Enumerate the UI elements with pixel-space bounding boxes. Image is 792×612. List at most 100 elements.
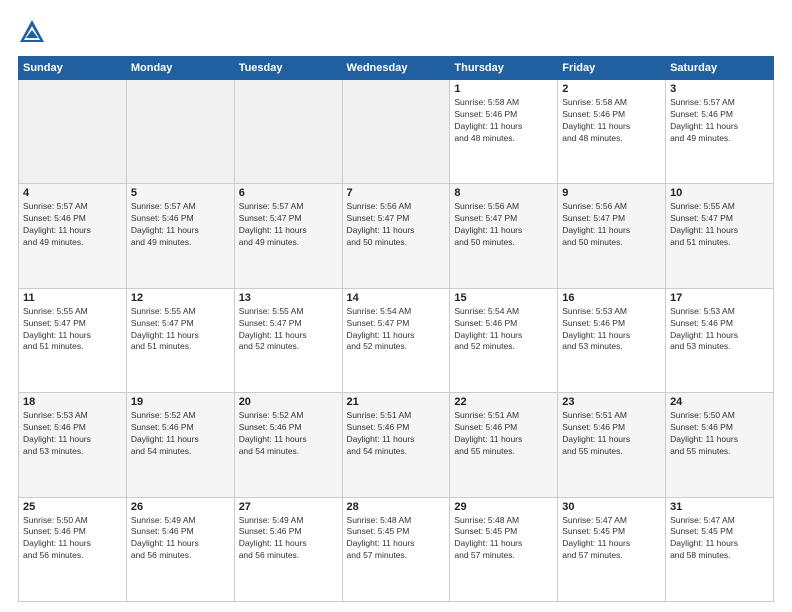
day-number: 10: [670, 187, 769, 199]
calendar-week-4: 18 Sunrise: 5:53 AM Sunset: 5:46 PM Dayli…: [19, 393, 774, 497]
weekday-header-monday: Monday: [126, 57, 234, 80]
weekday-header-thursday: Thursday: [450, 57, 558, 80]
calendar-cell: [234, 80, 342, 184]
day-info: Sunrise: 5:58 AM Sunset: 5:46 PM Dayligh…: [562, 97, 661, 145]
calendar-cell: 26 Sunrise: 5:49 AM Sunset: 5:46 PM Dayli…: [126, 497, 234, 601]
day-info: Sunrise: 5:57 AM Sunset: 5:46 PM Dayligh…: [670, 97, 769, 145]
day-info: Sunrise: 5:57 AM Sunset: 5:47 PM Dayligh…: [239, 201, 338, 249]
day-number: 27: [239, 501, 338, 513]
day-info: Sunrise: 5:52 AM Sunset: 5:46 PM Dayligh…: [239, 410, 338, 458]
day-number: 9: [562, 187, 661, 199]
calendar-cell: 16 Sunrise: 5:53 AM Sunset: 5:46 PM Dayli…: [558, 288, 666, 392]
day-number: 23: [562, 396, 661, 408]
day-info: Sunrise: 5:48 AM Sunset: 5:45 PM Dayligh…: [347, 515, 446, 563]
day-info: Sunrise: 5:47 AM Sunset: 5:45 PM Dayligh…: [562, 515, 661, 563]
day-number: 28: [347, 501, 446, 513]
day-number: 11: [23, 292, 122, 304]
day-info: Sunrise: 5:54 AM Sunset: 5:46 PM Dayligh…: [454, 306, 553, 354]
weekday-header-friday: Friday: [558, 57, 666, 80]
day-number: 18: [23, 396, 122, 408]
calendar-cell: 8 Sunrise: 5:56 AM Sunset: 5:47 PM Daylig…: [450, 184, 558, 288]
calendar-cell: 12 Sunrise: 5:55 AM Sunset: 5:47 PM Dayli…: [126, 288, 234, 392]
logo-icon: [18, 18, 46, 46]
day-info: Sunrise: 5:56 AM Sunset: 5:47 PM Dayligh…: [562, 201, 661, 249]
day-number: 4: [23, 187, 122, 199]
day-info: Sunrise: 5:56 AM Sunset: 5:47 PM Dayligh…: [454, 201, 553, 249]
page: SundayMondayTuesdayWednesdayThursdayFrid…: [0, 0, 792, 612]
day-info: Sunrise: 5:49 AM Sunset: 5:46 PM Dayligh…: [131, 515, 230, 563]
calendar-cell: 11 Sunrise: 5:55 AM Sunset: 5:47 PM Dayli…: [19, 288, 127, 392]
day-number: 19: [131, 396, 230, 408]
day-number: 15: [454, 292, 553, 304]
day-number: 14: [347, 292, 446, 304]
day-info: Sunrise: 5:55 AM Sunset: 5:47 PM Dayligh…: [670, 201, 769, 249]
day-number: 24: [670, 396, 769, 408]
day-info: Sunrise: 5:52 AM Sunset: 5:46 PM Dayligh…: [131, 410, 230, 458]
day-info: Sunrise: 5:53 AM Sunset: 5:46 PM Dayligh…: [562, 306, 661, 354]
day-info: Sunrise: 5:55 AM Sunset: 5:47 PM Dayligh…: [23, 306, 122, 354]
calendar-week-2: 4 Sunrise: 5:57 AM Sunset: 5:46 PM Daylig…: [19, 184, 774, 288]
day-info: Sunrise: 5:50 AM Sunset: 5:46 PM Dayligh…: [670, 410, 769, 458]
day-info: Sunrise: 5:49 AM Sunset: 5:46 PM Dayligh…: [239, 515, 338, 563]
header: [18, 18, 774, 46]
day-info: Sunrise: 5:55 AM Sunset: 5:47 PM Dayligh…: [239, 306, 338, 354]
calendar-cell: 2 Sunrise: 5:58 AM Sunset: 5:46 PM Daylig…: [558, 80, 666, 184]
calendar-cell: 9 Sunrise: 5:56 AM Sunset: 5:47 PM Daylig…: [558, 184, 666, 288]
day-number: 25: [23, 501, 122, 513]
logo: [18, 18, 50, 46]
day-number: 17: [670, 292, 769, 304]
weekday-header-wednesday: Wednesday: [342, 57, 450, 80]
weekday-header-sunday: Sunday: [19, 57, 127, 80]
calendar-cell: 22Sunrise: 5:51 AM Sunset: 5:46 PM Dayli…: [450, 393, 558, 497]
calendar-cell: 1 Sunrise: 5:58 AM Sunset: 5:46 PM Daylig…: [450, 80, 558, 184]
day-number: 26: [131, 501, 230, 513]
day-info: Sunrise: 5:47 AM Sunset: 5:45 PM Dayligh…: [670, 515, 769, 563]
calendar-table: SundayMondayTuesdayWednesdayThursdayFrid…: [18, 56, 774, 602]
calendar-cell: 29 Sunrise: 5:48 AM Sunset: 5:45 PM Dayli…: [450, 497, 558, 601]
day-number: 29: [454, 501, 553, 513]
calendar-cell: 3Sunrise: 5:57 AM Sunset: 5:46 PM Daylig…: [666, 80, 774, 184]
day-number: 20: [239, 396, 338, 408]
day-info: Sunrise: 5:55 AM Sunset: 5:47 PM Dayligh…: [131, 306, 230, 354]
calendar-cell: 18 Sunrise: 5:53 AM Sunset: 5:46 PM Dayli…: [19, 393, 127, 497]
day-number: 16: [562, 292, 661, 304]
calendar-cell: 27 Sunrise: 5:49 AM Sunset: 5:46 PM Dayli…: [234, 497, 342, 601]
day-number: 12: [131, 292, 230, 304]
day-number: 13: [239, 292, 338, 304]
calendar-cell: 13 Sunrise: 5:55 AM Sunset: 5:47 PM Dayli…: [234, 288, 342, 392]
day-number: 2: [562, 83, 661, 95]
day-info: Sunrise: 5:57 AM Sunset: 5:46 PM Dayligh…: [23, 201, 122, 249]
calendar-cell: 15 Sunrise: 5:54 AM Sunset: 5:46 PM Dayli…: [450, 288, 558, 392]
calendar-cell: 23 Sunrise: 5:51 AM Sunset: 5:46 PM Dayli…: [558, 393, 666, 497]
day-info: Sunrise: 5:58 AM Sunset: 5:46 PM Dayligh…: [454, 97, 553, 145]
calendar-cell: 10 Sunrise: 5:55 AM Sunset: 5:47 PM Dayli…: [666, 184, 774, 288]
day-number: 30: [562, 501, 661, 513]
weekday-header-saturday: Saturday: [666, 57, 774, 80]
calendar-week-1: 1 Sunrise: 5:58 AM Sunset: 5:46 PM Daylig…: [19, 80, 774, 184]
day-info: Sunrise: 5:56 AM Sunset: 5:47 PM Dayligh…: [347, 201, 446, 249]
day-info: Sunrise: 5:51 AM Sunset: 5:46 PM Dayligh…: [347, 410, 446, 458]
day-info: Sunrise: 5:53 AM Sunset: 5:46 PM Dayligh…: [23, 410, 122, 458]
calendar-cell: 4 Sunrise: 5:57 AM Sunset: 5:46 PM Daylig…: [19, 184, 127, 288]
calendar-cell: 28 Sunrise: 5:48 AM Sunset: 5:45 PM Dayli…: [342, 497, 450, 601]
calendar-cell: 19 Sunrise: 5:52 AM Sunset: 5:46 PM Dayli…: [126, 393, 234, 497]
day-number: 1: [454, 83, 553, 95]
day-info: Sunrise: 5:48 AM Sunset: 5:45 PM Dayligh…: [454, 515, 553, 563]
day-number: 21: [347, 396, 446, 408]
day-info: Sunrise: 5:51 AM Sunset: 5:46 PM Dayligh…: [562, 410, 661, 458]
day-info: Sunrise: 5:50 AM Sunset: 5:46 PM Dayligh…: [23, 515, 122, 563]
day-number: 7: [347, 187, 446, 199]
calendar-cell: 25 Sunrise: 5:50 AM Sunset: 5:46 PM Dayli…: [19, 497, 127, 601]
calendar-cell: 31Sunrise: 5:47 AM Sunset: 5:45 PM Dayli…: [666, 497, 774, 601]
calendar-cell: 5Sunrise: 5:57 AM Sunset: 5:46 PM Daylig…: [126, 184, 234, 288]
day-info: Sunrise: 5:57 AM Sunset: 5:46 PM Dayligh…: [131, 201, 230, 249]
calendar-week-3: 11 Sunrise: 5:55 AM Sunset: 5:47 PM Dayli…: [19, 288, 774, 392]
day-number: 6: [239, 187, 338, 199]
day-number: 8: [454, 187, 553, 199]
day-info: Sunrise: 5:53 AM Sunset: 5:46 PM Dayligh…: [670, 306, 769, 354]
day-info: Sunrise: 5:54 AM Sunset: 5:47 PM Dayligh…: [347, 306, 446, 354]
weekday-header-tuesday: Tuesday: [234, 57, 342, 80]
calendar-cell: 21 Sunrise: 5:51 AM Sunset: 5:46 PM Dayli…: [342, 393, 450, 497]
calendar-cell: 17 Sunrise: 5:53 AM Sunset: 5:46 PM Dayli…: [666, 288, 774, 392]
calendar-cell: 24 Sunrise: 5:50 AM Sunset: 5:46 PM Dayli…: [666, 393, 774, 497]
